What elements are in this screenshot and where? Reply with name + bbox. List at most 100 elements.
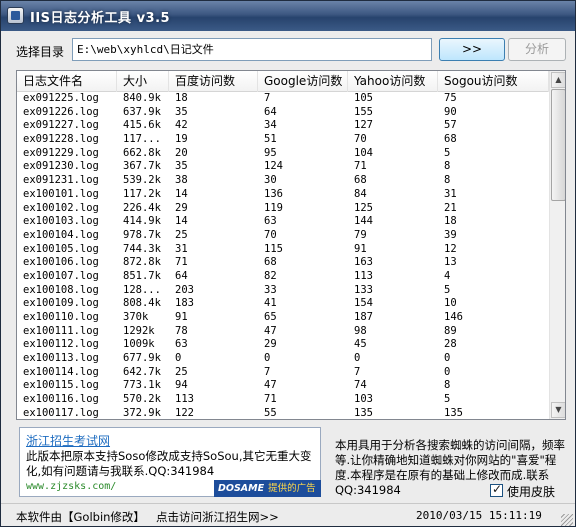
table-row[interactable]: ex100103.log 414.9k 14 63 144 18 [17, 215, 549, 229]
cell-size: 840.9k [123, 92, 161, 104]
cell-size: 1009k [123, 338, 155, 351]
cell-google: 30 [264, 174, 277, 187]
cell-google: 47 [264, 324, 277, 337]
column-header-google[interactable]: Google访问数 [258, 71, 348, 92]
resize-grip-icon[interactable] [561, 514, 573, 526]
cell-yahoo: 7 [354, 365, 361, 378]
cell-yahoo: 155 [354, 105, 373, 118]
table-row[interactable]: ex091230.log 367.7k 35 124 71 8 [17, 160, 549, 174]
column-header-size[interactable]: 大小 [117, 71, 169, 92]
cell-baidu: 71 [175, 256, 188, 269]
ad-badge[interactable]: DOSAME 提供的广告 [214, 480, 321, 497]
ad-title-link[interactable]: 浙江招生考试网 [26, 432, 110, 449]
cell-filename: ex100109.log [23, 297, 99, 310]
cell-baidu: 35 [175, 160, 188, 173]
table-row[interactable]: ex100107.log 851.7k 64 82 113 4 [17, 270, 549, 284]
cell-yahoo: 125 [354, 201, 373, 214]
table-row[interactable]: ex100115.log 773.1k 94 47 74 8 [17, 379, 549, 393]
table-row[interactable]: ex091231.log 539.2k 38 30 68 8 [17, 174, 549, 188]
cell-size: 872.8k [123, 256, 161, 269]
cell-size: 808.4k [123, 297, 161, 310]
cell-yahoo: 154 [354, 297, 373, 310]
cell-yahoo: 70 [354, 133, 367, 146]
cell-sogou: 8 [444, 160, 451, 173]
table-row[interactable]: ex100113.log 677.9k 0 0 0 0 [17, 352, 549, 366]
scroll-down-icon[interactable]: ▼ [551, 402, 565, 418]
list-header: 日志文件名 大小 百度访问数 Google访问数 Yahoo访问数 Sogou访… [17, 71, 549, 92]
table-row[interactable]: ex100104.log 978.7k 25 70 79 39 [17, 229, 549, 243]
status-link[interactable]: 点击访问浙江招生网>> [156, 509, 279, 525]
column-header-baidu[interactable]: 百度访问数 [169, 71, 258, 92]
cell-google: 115 [264, 242, 283, 255]
cell-google: 64 [264, 105, 277, 118]
table-row[interactable]: ex100105.log 744.3k 31 115 91 12 [17, 243, 549, 257]
checkbox-checked-icon[interactable] [490, 482, 503, 497]
analyze-button[interactable]: 分析 [508, 38, 566, 61]
ad-panel: 浙江招生考试网 此版本把原本支持Soso修改成支持SoSou,其它无重大变化,如… [19, 427, 321, 497]
cell-sogou: 12 [444, 242, 457, 255]
status-author: 本软件由【Golbin修改】 [16, 510, 145, 524]
cell-google: 124 [264, 160, 283, 173]
cell-yahoo: 91 [354, 242, 367, 255]
ad-badge-brand: DOSAME [218, 483, 265, 494]
cell-size: 851.7k [123, 269, 161, 282]
cell-yahoo: 104 [354, 146, 373, 159]
table-row[interactable]: ex100102.log 226.4k 29 119 125 21 [17, 202, 549, 216]
cell-filename: ex100108.log [23, 283, 99, 296]
cell-size: 773.1k [123, 379, 161, 392]
column-header-yahoo[interactable]: Yahoo访问数 [348, 71, 438, 92]
table-row[interactable]: ex100109.log 808.4k 183 41 154 10 [17, 297, 549, 311]
dir-path-input[interactable]: E:\web\xyhlcd\日记文件 [72, 38, 432, 61]
vertical-scrollbar[interactable]: ▲ ▼ [549, 71, 565, 419]
cell-size: 370k [123, 311, 149, 323]
table-row[interactable]: ex100108.log 128... 203 33 133 5 [17, 284, 549, 298]
cell-filename: ex100117.log [23, 406, 99, 419]
table-row[interactable]: ex100114.log 642.7k 25 7 7 0 [17, 366, 549, 380]
log-list[interactable]: 日志文件名 大小 百度访问数 Google访问数 Yahoo访问数 Sogou访… [16, 70, 566, 420]
table-row[interactable]: ex091229.log 662.8k 20 95 104 5 [17, 147, 549, 161]
cell-yahoo: 45 [354, 338, 367, 351]
title-bar[interactable]: IIS日志分析工具 v3.5 [1, 1, 575, 31]
table-row[interactable]: ex091227.log 415.6k 42 34 127 57 [17, 119, 549, 133]
cell-google: 34 [264, 119, 277, 132]
cell-baidu: 35 [175, 105, 188, 118]
window-title: IIS日志分析工具 v3.5 [30, 11, 171, 26]
table-row[interactable]: ex091228.log 117... 19 51 70 68 [17, 133, 549, 147]
cell-google: 33 [264, 283, 277, 296]
cell-baidu: 20 [175, 146, 188, 159]
table-row[interactable]: ex091226.log 637.9k 35 64 155 90 [17, 106, 549, 120]
cell-sogou: 5 [444, 146, 451, 159]
cell-baidu: 0 [175, 352, 182, 365]
dir-label: 选择目录 [16, 45, 65, 59]
cell-yahoo: 79 [354, 228, 367, 241]
table-row[interactable]: ex100106.log 872.8k 71 68 163 13 [17, 256, 549, 270]
cell-sogou: 21 [444, 201, 457, 214]
cell-yahoo: 113 [354, 269, 373, 282]
browse-button[interactable]: >> [439, 38, 505, 61]
cell-size: 539.2k [123, 174, 161, 187]
table-row[interactable]: ex100110.log 370k 91 65 187 146 [17, 311, 549, 325]
table-row[interactable]: ex091225.log 840.9k 18 7 105 75 [17, 92, 549, 106]
scroll-up-icon[interactable]: ▲ [551, 72, 565, 88]
cell-sogou: 10 [444, 297, 457, 310]
cell-baidu: 25 [175, 365, 188, 378]
table-row[interactable]: ex100101.log 117.2k 14 136 84 31 [17, 188, 549, 202]
table-row[interactable]: ex100112.log 1009k 63 29 45 28 [17, 338, 549, 352]
table-row[interactable]: ex100111.log 1292k 78 47 98 89 [17, 325, 549, 339]
cell-filename: ex091228.log [23, 133, 99, 146]
cell-yahoo: 84 [354, 187, 367, 200]
table-row[interactable]: ex100116.log 570.2k 113 71 103 5 [17, 393, 549, 407]
ad-url[interactable]: www.zjzsks.com/ [26, 481, 116, 492]
table-row[interactable]: ex100117.log 372.9k 122 55 135 135 [17, 406, 549, 419]
cell-google: 63 [264, 215, 277, 228]
column-header-sogou[interactable]: Sogou访问数 [438, 71, 549, 92]
cell-filename: ex091225.log [23, 92, 99, 104]
cell-sogou: 89 [444, 324, 457, 337]
cell-yahoo: 103 [354, 393, 373, 406]
cell-google: 7 [264, 365, 271, 378]
cell-sogou: 75 [444, 92, 457, 104]
cell-size: 677.9k [123, 352, 161, 365]
scroll-thumb[interactable] [551, 89, 565, 201]
column-header-filename[interactable]: 日志文件名 [17, 71, 117, 92]
use-skin-label: 使用皮肤 [507, 485, 556, 499]
